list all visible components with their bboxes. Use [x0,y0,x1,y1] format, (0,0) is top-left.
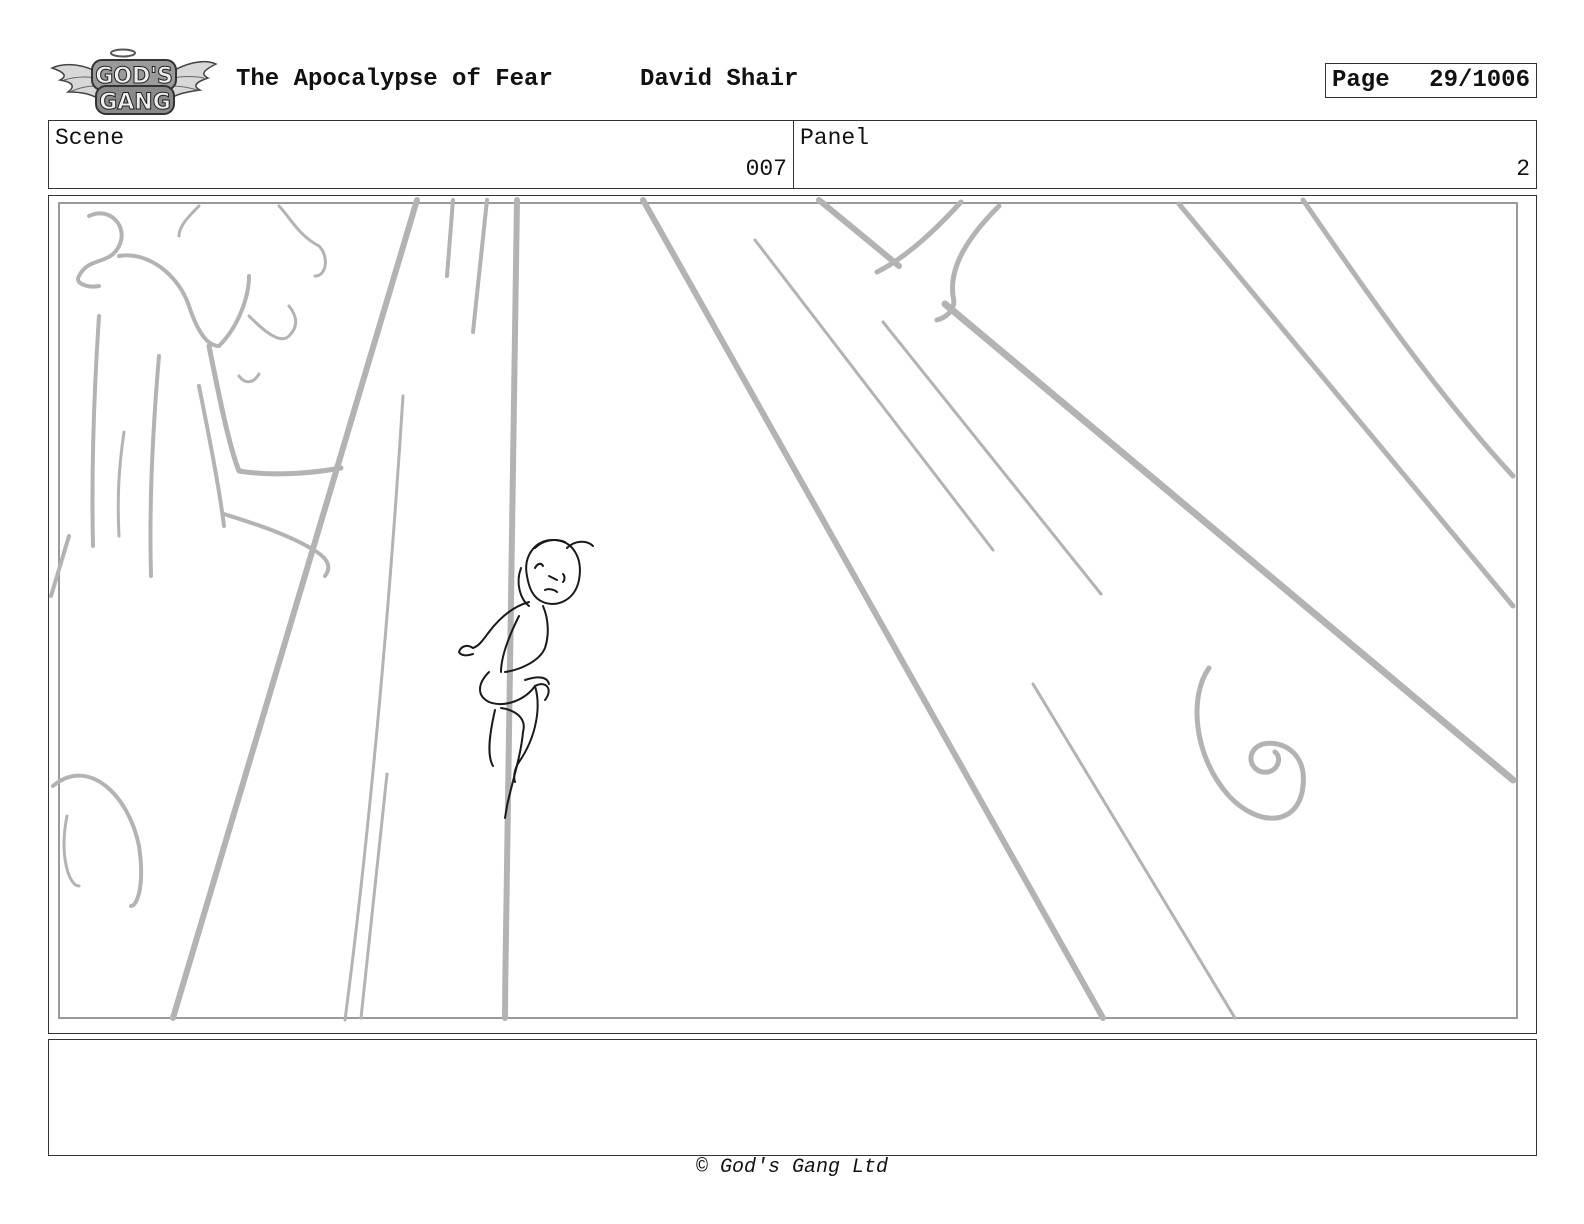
panel-notes-box [48,1039,1537,1156]
page-indicator: Page 29/1006 [1325,63,1537,98]
author-name: David Shair [640,66,799,93]
scene-cell: Scene 007 [49,121,794,188]
background-rough-lines [49,197,1517,1022]
safe-area-border [58,202,1518,1019]
panel-number: 2 [1516,156,1530,182]
svg-text:GANG: GANG [99,90,171,115]
storyboard-sketch [49,197,1518,1022]
page-number: 29/1006 [1429,67,1530,94]
scene-panel-info: Scene 007 Panel 2 [48,120,1537,189]
episode-title: The Apocalypse of Fear [236,66,553,93]
copyright-notice: © God's Gang Ltd [695,1156,889,1179]
panel-cell: Panel 2 [794,121,1536,188]
page-label: Page [1332,67,1390,94]
scene-label: Scene [55,125,125,151]
winged-logo-icon: GOD'S GANG [49,48,218,116]
character-sketch [458,539,594,819]
gods-gang-logo: GOD'S GANG [49,46,218,116]
panel-label: Panel [800,125,870,151]
svg-text:GOD'S: GOD'S [95,64,173,89]
storyboard-panel-frame [48,195,1537,1034]
scene-number: 007 [745,156,787,182]
